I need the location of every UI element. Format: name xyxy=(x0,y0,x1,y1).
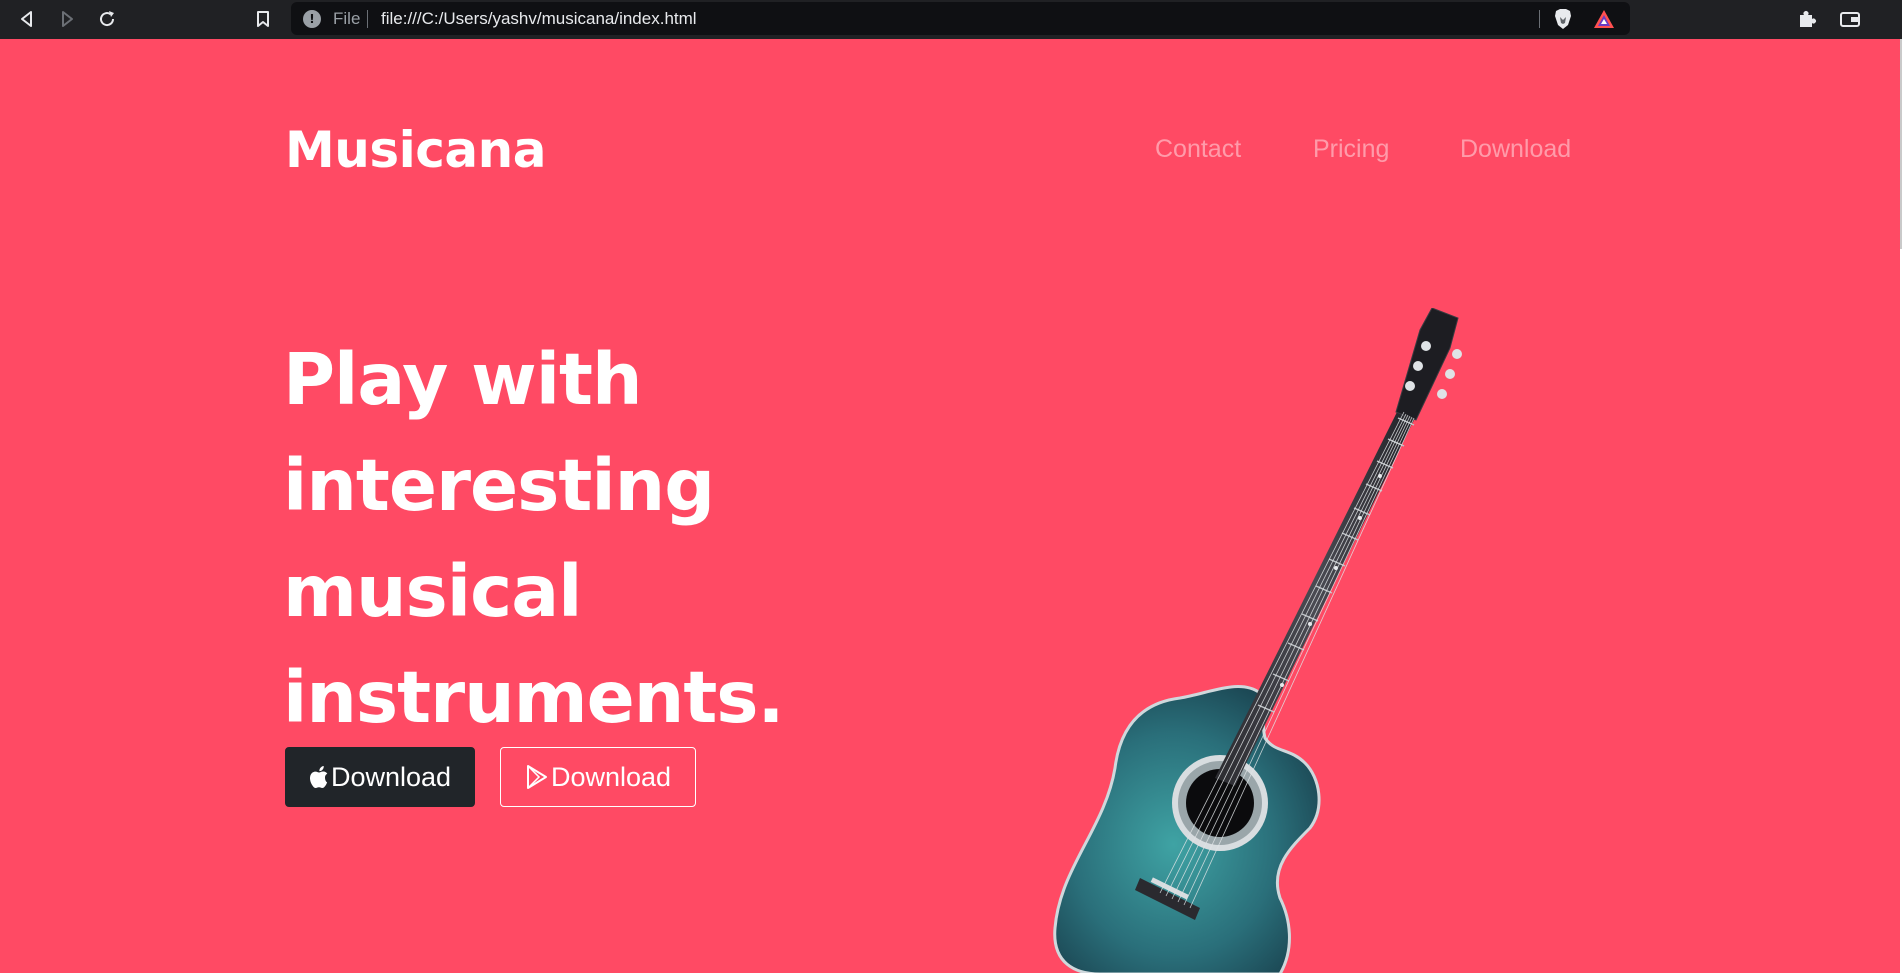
play-store-icon xyxy=(525,764,549,790)
info-icon[interactable]: ! xyxy=(303,10,321,28)
wallet-icon xyxy=(1840,12,1860,27)
url-right-divider xyxy=(1539,10,1540,28)
browser-toolbar: ! File file:///C:/Users/yashv/musicana/i… xyxy=(0,0,1902,39)
extensions-button[interactable] xyxy=(1792,4,1822,34)
puzzle-piece-icon xyxy=(1800,11,1816,27)
forward-button[interactable] xyxy=(52,4,82,34)
apple-download-button[interactable]: Download xyxy=(285,747,475,807)
headline-line: interesting xyxy=(283,444,715,527)
headline-line: instruments. xyxy=(283,656,784,739)
url-scheme-label: File xyxy=(333,9,361,28)
apple-download-label: Download xyxy=(330,761,452,792)
nav-link-contact[interactable]: Contact xyxy=(1155,135,1241,164)
brave-lion-icon[interactable] xyxy=(1553,8,1573,34)
nav-link-pricing[interactable]: Pricing xyxy=(1313,135,1389,164)
headline-line: Play with xyxy=(283,338,643,421)
url-divider xyxy=(367,10,368,28)
play-download-button[interactable]: Download xyxy=(500,747,696,807)
bookmark-icon xyxy=(257,11,269,27)
reload-icon xyxy=(100,11,115,27)
address-bar[interactable]: ! File file:///C:/Users/yashv/musicana/i… xyxy=(291,2,1630,35)
url-text[interactable]: file:///C:/Users/yashv/musicana/index.ht… xyxy=(381,9,697,29)
guitar-image xyxy=(1053,308,1462,973)
page-viewport: Musicana Contact Pricing Download Play w… xyxy=(0,39,1900,973)
nav-link-download[interactable]: Download xyxy=(1460,135,1571,164)
brave-rewards-triangle-icon[interactable] xyxy=(1593,9,1615,33)
apple-icon xyxy=(309,765,329,789)
headline-line: musical xyxy=(283,550,582,633)
site-logo[interactable]: Musicana xyxy=(285,121,546,179)
reload-button[interactable] xyxy=(92,4,122,34)
back-button[interactable] xyxy=(12,4,42,34)
hero-headline: Play with interesting musical instrument… xyxy=(283,327,903,751)
back-icon xyxy=(21,11,32,27)
forward-icon xyxy=(62,11,73,27)
wallet-button[interactable] xyxy=(1835,4,1865,34)
bookmark-button[interactable] xyxy=(248,4,278,34)
play-download-label: Download xyxy=(550,761,672,792)
